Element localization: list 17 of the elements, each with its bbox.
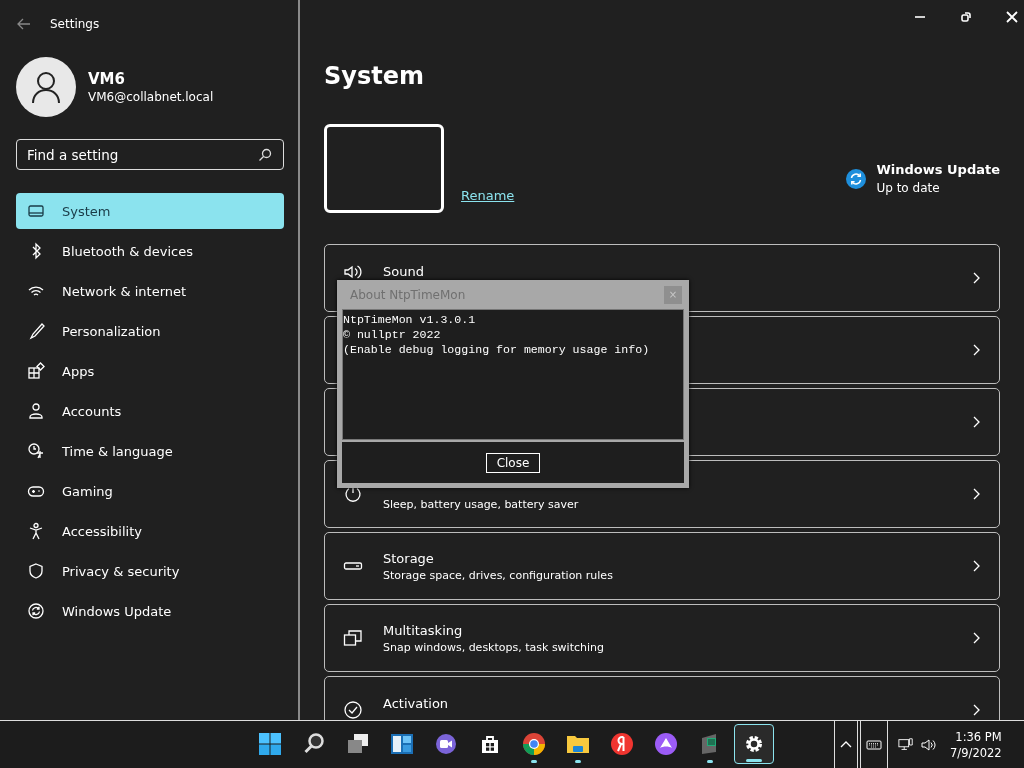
card-subtitle: Sleep, battery usage, battery saver [383, 497, 580, 511]
card-title: Multitasking [383, 622, 464, 638]
dialog-title: About NtpTimeMon [350, 287, 466, 302]
update-title: Windows Update [876, 162, 1000, 177]
window-title: Settings [50, 17, 100, 31]
card-subtitle: Snap windows, desktops, task switching [383, 640, 605, 654]
card-title: Activation [383, 695, 450, 711]
dialog-text-line: (Enable debug logging for memory usage info) [343, 342, 650, 357]
account-email: VM6@collabnet.local [88, 90, 214, 104]
dialog-text-line: NtpTimeMon v1.3.0.1 [343, 312, 476, 327]
card-subtitle: Storage space, drives, configuration rules [383, 568, 614, 582]
account-name: VM6 [88, 70, 126, 88]
page-title: System [324, 62, 425, 90]
dialog-text-line: © nullptr 2022 [343, 327, 441, 342]
card-title: Sound [383, 263, 425, 279]
card-title: Storage [383, 550, 435, 566]
update-status: Up to date [876, 181, 941, 195]
